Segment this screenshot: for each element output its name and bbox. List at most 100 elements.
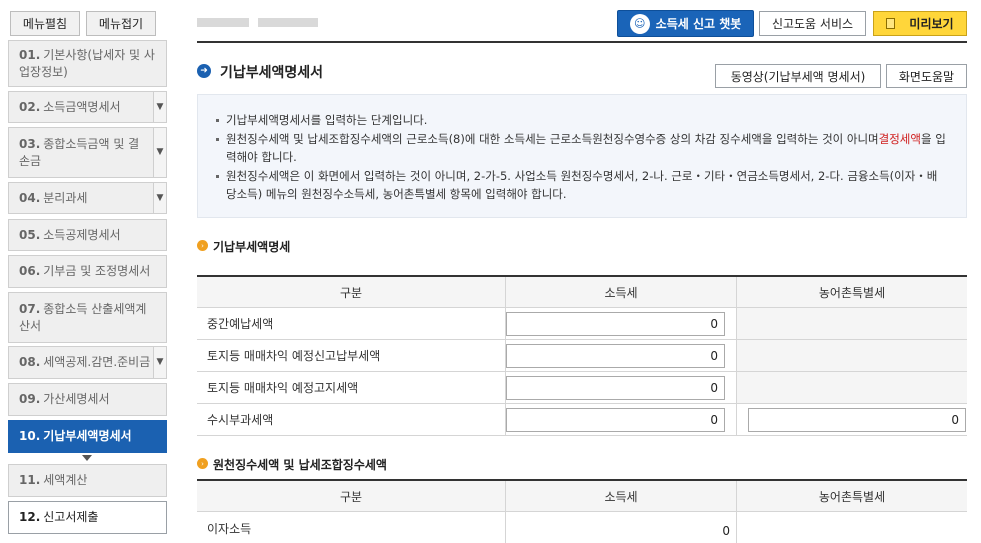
prepaid-tax-table: 구분 소득세 농어촌특별세 중간예납세액 토지등 매매차익 예정신고납부세액 토… — [197, 275, 967, 436]
sidebar-item-calculated-tax[interactable]: 07. 종합소득 산출세액계산서 — [8, 292, 167, 343]
rural-tax-cell — [736, 512, 967, 543]
header-rural-tax: 농어촌특별세 — [736, 277, 967, 307]
table-header-row: 구분 소득세 농어촌특별세 — [197, 277, 967, 308]
info-line: 기납부세액명세서를 입력하는 단계입니다. — [214, 111, 946, 130]
rural-tax-cell — [736, 372, 967, 403]
table-row: 토지등 매매차익 예정신고납부세액 — [197, 340, 967, 372]
screen-help-button[interactable]: 화면도움말 — [886, 64, 967, 88]
chevron-down-icon[interactable]: ▼ — [153, 128, 166, 177]
chatbot-button[interactable]: ☺ 소득세 신고 챗봇 — [617, 10, 754, 37]
chevron-right-icon: › — [197, 240, 208, 251]
header-category: 구분 — [339, 285, 363, 300]
sidebar-item-label: 가산세명세서 — [43, 392, 110, 406]
chevron-down-icon[interactable]: ▼ — [153, 92, 166, 122]
sidebar-item-label: 소득금액명세서 — [43, 99, 121, 114]
sidebar-item-number: 03. — [19, 136, 41, 151]
preview-label: 미리보기 — [909, 17, 954, 31]
arrow-circle-icon: ➜ — [197, 64, 211, 78]
chevron-right-icon: › — [197, 458, 208, 469]
section-title: 기납부세액명세 — [213, 240, 291, 254]
row-label: 토지등 매매차익 예정신고납부세액 — [207, 349, 381, 363]
page-title: 기납부세액명세서 — [220, 65, 324, 81]
table-row: 수시부과세액 — [197, 404, 967, 436]
sidebar-item-number: 10. — [19, 429, 41, 443]
sidebar-item-number: 01. — [19, 47, 41, 62]
row-label: 수시부과세액 — [207, 413, 274, 427]
sidebar-item-basic-info[interactable]: 01. 기본사항(납세자 및 사업장정보) — [8, 40, 167, 87]
header-rural-tax: 농어촌특별세 — [736, 481, 967, 511]
sidebar-item-label: 소득공제명세서 — [43, 227, 121, 242]
occasional-assessment-income-tax-input[interactable] — [506, 408, 725, 432]
row-label: 이자소득 — [207, 522, 252, 536]
sidebar-item-label: 세액공제.감면.준비금 — [43, 355, 151, 369]
sidebar-item-label: 분리과세 — [43, 190, 88, 205]
land-sale-declared-income-tax-input[interactable] — [506, 344, 725, 368]
sidebar-item-number: 05. — [19, 227, 41, 242]
sidebar-item-label: 기납부세액명세서 — [43, 429, 132, 443]
row-label: 중간예납세액 — [207, 317, 274, 331]
sidebar-item-additional-tax[interactable]: 09. 가산세명세서 — [8, 383, 167, 416]
help-service-button[interactable]: 신고도움 서비스 — [759, 11, 866, 36]
sidebar-item-tax-credit[interactable]: 08. 세액공제.감면.준비금 ▼ — [8, 346, 167, 379]
sidebar-item-tax-calculation[interactable]: 11. 세액계산 — [8, 464, 167, 497]
table-row: 중간예납세액 — [197, 308, 967, 340]
masked-user-id — [258, 18, 318, 27]
sidebar-item-number: 09. — [19, 392, 41, 406]
interest-income-tax-value: 0 — [722, 524, 730, 538]
table-header-row: 구분 소득세 농어촌특별세 — [197, 481, 967, 512]
table-row: 이자소득 0 — [197, 512, 967, 543]
rural-tax-cell — [736, 340, 967, 371]
sidebar-item-label: 신고서제출 — [43, 510, 99, 524]
video-button[interactable]: 동영상(기납부세액 명세서) — [715, 64, 881, 88]
sidebar-item-number: 08. — [19, 355, 41, 369]
sidebar-item-label: 세액계산 — [43, 473, 88, 487]
section-title: 원천징수세액 및 납세조합징수세액 — [213, 458, 387, 472]
header-income-tax: 소득세 — [505, 277, 736, 307]
sidebar-item-number: 02. — [19, 99, 41, 114]
income-tax-cell — [505, 308, 736, 339]
document-icon — [886, 18, 896, 29]
chevron-down-icon[interactable]: ▼ — [153, 347, 166, 378]
header-divider — [197, 41, 967, 43]
step-arrow-icon — [82, 455, 92, 461]
sidebar-item-label: 기부금 및 조정명세서 — [43, 264, 151, 278]
sidebar-item-number: 04. — [19, 190, 41, 205]
income-tax-cell — [505, 340, 736, 371]
land-sale-notified-income-tax-input[interactable] — [506, 376, 725, 400]
chatbot-icon: ☺ — [629, 13, 650, 34]
rural-tax-cell — [736, 404, 967, 435]
header-category: 구분 — [339, 489, 363, 504]
sidebar-item-income-amount[interactable]: 02. 소득금액명세서 ▼ — [8, 91, 167, 123]
sidebar-item-number: 11. — [19, 473, 41, 487]
rural-tax-cell — [736, 308, 967, 339]
sidebar-item-number: 06. — [19, 264, 41, 278]
withholding-tax-table: 구분 소득세 농어촌특별세 이자소득 0 — [197, 479, 967, 543]
chatbot-label: 소득세 신고 챗봇 — [655, 17, 742, 31]
row-label: 토지등 매매차익 예정고지세액 — [207, 381, 359, 395]
sidebar-item-income-deduction[interactable]: 05. 소득공제명세서 — [8, 219, 167, 251]
sidebar-item-separate-taxation[interactable]: 04. 분리과세 ▼ — [8, 182, 167, 214]
menu-collapse-button[interactable]: 메뉴접기 — [86, 11, 156, 36]
occasional-assessment-rural-tax-input[interactable] — [748, 408, 966, 432]
income-tax-cell: 0 — [505, 512, 736, 543]
table-row: 토지등 매매차익 예정고지세액 — [197, 372, 967, 404]
sidebar-item-submit[interactable]: 12. 신고서제출 — [8, 501, 167, 534]
header-income-tax: 소득세 — [505, 481, 736, 511]
info-highlight: 결정세액 — [878, 131, 921, 146]
sidebar-item-number: 12. — [19, 510, 41, 524]
sidebar-item-donation[interactable]: 06. 기부금 및 조정명세서 — [8, 255, 167, 288]
preview-button[interactable]: 미리보기 — [873, 11, 967, 36]
masked-user-name — [197, 18, 249, 27]
income-tax-cell — [505, 372, 736, 403]
chevron-down-icon[interactable]: ▼ — [153, 183, 166, 213]
info-box: 기납부세액명세서를 입력하는 단계입니다. 원천징수세액 및 납세조합징수세액의… — [197, 94, 967, 218]
interim-prepayment-income-tax-input[interactable] — [506, 312, 725, 336]
info-line: 원천징수세액은 이 화면에서 입력하는 것이 아니며, 2-가-5. 사업소득 … — [214, 167, 946, 204]
sidebar-item-comprehensive-income[interactable]: 03. 종합소득금액 및 결손금 ▼ — [8, 127, 167, 178]
sidebar-item-number: 07. — [19, 301, 41, 316]
income-tax-cell — [505, 404, 736, 435]
sidebar-item-prepaid-tax[interactable]: 10. 기납부세액명세서 — [8, 420, 167, 453]
menu-expand-button[interactable]: 메뉴펼침 — [10, 11, 80, 36]
info-line: 원천징수세액 및 납세조합징수세액의 근로소득(8)에 대한 소득세는 근로소득… — [214, 130, 946, 167]
info-text: 원천징수세액 및 납세조합징수세액의 근로소득(8)에 대한 소득세는 근로소득… — [226, 131, 879, 146]
